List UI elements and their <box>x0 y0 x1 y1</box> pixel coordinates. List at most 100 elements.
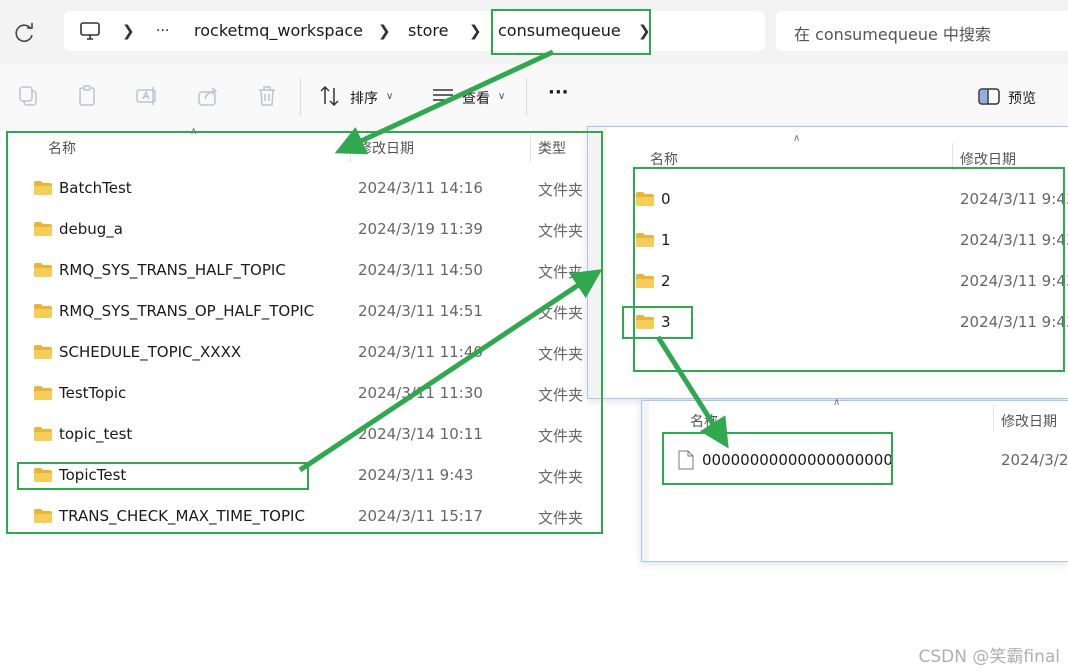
folder-modified: 2024/3/11 11:30 <box>358 384 483 402</box>
column-header-modified[interactable]: 修改日期 <box>358 138 414 158</box>
folder-icon <box>34 509 52 523</box>
rename-icon[interactable] <box>135 84 159 108</box>
column-divider[interactable] <box>530 134 531 162</box>
folder-icon <box>34 304 52 318</box>
folder-modified: 2024/3/11 9:43 <box>960 231 1068 249</box>
breadcrumb-rocketmq-workspace[interactable]: rocketmq_workspace <box>194 21 363 40</box>
folder-name: debug_a <box>59 220 123 238</box>
folder-modified: 2024/3/11 14:16 <box>358 179 483 197</box>
folder-modified: 2024/3/11 14:51 <box>358 302 483 320</box>
pane-side-strip <box>642 401 649 561</box>
command-bar: 排序 ∨ 查看 ∨ ··· 预览 <box>0 64 1068 130</box>
chevron-right-icon[interactable]: ❯ <box>638 22 651 40</box>
folder-type: 文件夹 <box>538 427 584 445</box>
toolbar-divider <box>300 78 301 116</box>
sort-icon[interactable] <box>318 84 342 108</box>
file-name: 00000000000000000000 <box>702 451 893 469</box>
folder-type: 文件夹 <box>538 386 584 404</box>
preview-button[interactable]: 预览 <box>1008 88 1036 108</box>
folder-name: 2 <box>661 272 671 290</box>
column-header-name[interactable]: 名称 <box>48 138 76 158</box>
column-header-type[interactable]: 类型 <box>538 138 566 158</box>
breadcrumb[interactable]: ❯ ··· rocketmq_workspace ❯ store ❯ consu… <box>64 11 765 51</box>
folder-icon <box>34 263 52 277</box>
folder-name: 3 <box>661 313 671 331</box>
folder-icon <box>636 233 654 247</box>
share-icon[interactable] <box>196 84 220 108</box>
delete-icon[interactable] <box>255 84 279 108</box>
search-input[interactable]: 在 consumequeue 中搜索 <box>776 11 1068 51</box>
folder-modified: 2024/3/11 11:40 <box>358 343 483 361</box>
column-divider[interactable] <box>993 405 994 433</box>
sort-ascending-icon: ∧ <box>190 126 198 137</box>
chevron-down-icon[interactable]: ∨ <box>498 91 505 102</box>
folder-icon <box>34 386 52 400</box>
folder-modified: 2024/3/19 11:39 <box>358 220 483 238</box>
folder-icon <box>34 181 52 195</box>
sort-ascending-icon: ∧ <box>793 133 801 144</box>
folder-modified: 2024/3/14 10:11 <box>358 425 483 443</box>
view-icon[interactable] <box>431 84 455 108</box>
folder-name: topic_test <box>59 425 133 443</box>
column-divider[interactable] <box>350 134 351 162</box>
folder-modified: 2024/3/11 9:43 <box>358 466 474 484</box>
folder-type: 文件夹 <box>538 345 584 363</box>
copy-icon[interactable] <box>16 84 40 108</box>
folder-name: TestTopic <box>59 384 127 402</box>
folder-icon <box>636 315 654 329</box>
folder-name: 1 <box>661 231 671 249</box>
folder-type: 文件夹 <box>538 181 584 199</box>
monitor-icon <box>80 22 100 40</box>
breadcrumb-consumequeue[interactable]: consumequeue <box>498 21 621 40</box>
queue-folder-pane: ∧ 名称 修改日期 0 2024/3/11 9:43 1 2024/3/11 9:43… <box>587 126 1068 399</box>
file-modified: 2024/3/2 <box>1001 451 1068 469</box>
main-file-list: ∧ 名称 修改日期 类型 BatchTest 2024/3/11 14:16 文件夹… <box>0 126 610 671</box>
view-button[interactable]: 查看 <box>462 88 490 108</box>
folder-modified: 2024/3/11 14:50 <box>358 261 483 279</box>
folder-icon <box>34 222 52 236</box>
column-divider[interactable] <box>952 143 953 171</box>
file-icon <box>678 450 694 470</box>
folder-icon <box>34 468 52 482</box>
column-header-name[interactable]: 名称 <box>650 149 678 169</box>
queue-file-pane: ∧ 名称 修改日期 00000000000000000000 2024/3/2 <box>641 397 1068 562</box>
column-header-modified[interactable]: 修改日期 <box>1001 411 1057 431</box>
chevron-right-icon[interactable]: ❯ <box>469 22 482 40</box>
folder-modified: 2024/3/11 9:43 <box>960 272 1068 290</box>
toolbar-divider <box>526 78 527 116</box>
sort-button[interactable]: 排序 <box>350 88 378 108</box>
column-header-modified[interactable]: 修改日期 <box>960 149 1016 169</box>
preview-pane-icon[interactable] <box>977 84 1001 108</box>
folder-name: RMQ_SYS_TRANS_HALF_TOPIC <box>59 261 286 279</box>
folder-icon <box>636 192 654 206</box>
search-placeholder: 在 consumequeue 中搜索 <box>794 25 991 44</box>
folder-name: RMQ_SYS_TRANS_OP_HALF_TOPIC <box>59 302 315 320</box>
more-options-button[interactable]: ··· <box>548 82 569 103</box>
watermark: CSDN @笑霸final <box>918 647 1061 667</box>
folder-modified: 2024/3/11 15:17 <box>358 507 483 525</box>
folder-modified: 2024/3/11 9:43 <box>960 313 1068 331</box>
folder-icon <box>636 274 654 288</box>
folder-type: 文件夹 <box>538 263 584 281</box>
folder-type: 文件夹 <box>538 468 584 486</box>
folder-modified: 2024/3/11 9:43 <box>960 190 1068 208</box>
column-header-name[interactable]: 名称 <box>690 411 718 431</box>
chevron-right-icon[interactable]: ❯ <box>378 22 391 40</box>
refresh-icon[interactable] <box>12 20 38 46</box>
chevron-right-icon[interactable]: ❯ <box>122 22 135 40</box>
folder-name: 0 <box>661 190 671 208</box>
folder-type: 文件夹 <box>538 304 584 322</box>
paste-icon[interactable] <box>76 84 100 108</box>
pane-side-strip <box>588 127 606 398</box>
chevron-down-icon[interactable]: ∨ <box>386 91 393 102</box>
folder-name: BatchTest <box>59 179 132 197</box>
address-bar: ❯ ··· rocketmq_workspace ❯ store ❯ consu… <box>0 0 1068 64</box>
breadcrumb-store[interactable]: store <box>408 21 448 40</box>
sort-ascending-icon: ∧ <box>833 397 841 408</box>
folder-icon <box>34 427 52 441</box>
folder-icon <box>34 345 52 359</box>
folder-type: 文件夹 <box>538 222 584 240</box>
folder-name: TopicTest <box>59 466 127 484</box>
folder-type: 文件夹 <box>538 509 584 527</box>
breadcrumb-overflow[interactable]: ··· <box>156 23 169 39</box>
